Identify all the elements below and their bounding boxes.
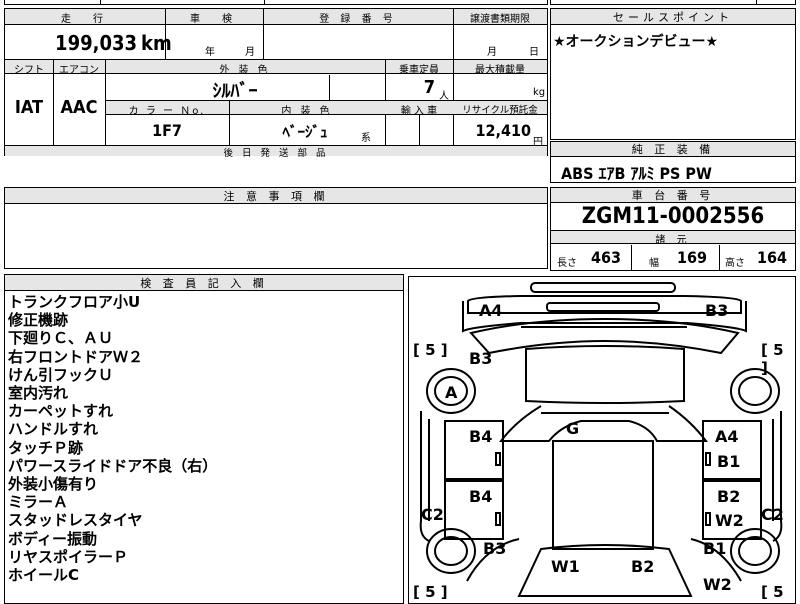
label-c2-right: C2: [761, 505, 784, 524]
length-label: 長さ: [557, 258, 577, 269]
notes-header: 注 意 事 項 欄: [5, 188, 547, 204]
top-strip-right: [550, 0, 796, 5]
sales-point-text: ★オークションデビュー★: [553, 34, 719, 50]
label-b4-left-lower: B4: [469, 487, 493, 506]
width-label: 幅: [649, 258, 659, 269]
int-color-value: ﾍﾞｰｼﾞｭ: [282, 123, 328, 141]
inspection-month-label: 月: [245, 47, 255, 58]
tread-front-right: [ 5 ]: [761, 341, 784, 377]
inspection-header: 車 検: [190, 14, 238, 25]
label-b2-bottom: B2: [631, 557, 655, 576]
specs-header: 諸 元: [655, 235, 691, 246]
mileage-value: 199,033: [55, 31, 137, 55]
label-b3-left-lower: B3: [483, 539, 507, 558]
chassis-number: ZGM11-0002556: [581, 204, 765, 229]
inspector-line: トランクフロア小U: [8, 293, 141, 311]
mileage-header: 走 行: [61, 14, 109, 25]
mileage-unit: km: [141, 31, 172, 55]
ext-color-header: 外 装 色: [219, 65, 271, 76]
registration-header: 登 録 番 号: [319, 14, 397, 25]
label-b3-left: B3: [469, 349, 493, 368]
inspector-line: ハンドルすれ: [8, 420, 99, 439]
transfer-deadline-header: 譲渡書類期限: [470, 14, 530, 25]
inspector-line: 室内汚れ: [8, 384, 69, 403]
inspector-line: タッチＰ跡: [8, 438, 84, 457]
damage-diagram: A4 B3 B3 A G B4 A4 B1 B4 B2 C2 W2 C2 B3 …: [408, 276, 796, 604]
equipment-text: ABS ｴｱB ｱﾙﾐ PS PW: [561, 164, 712, 183]
ac-value: AAC: [60, 97, 98, 118]
int-color-header: 内 装 色: [281, 106, 333, 117]
label-b3-top-right: B3: [705, 301, 729, 320]
inspector-line: ミラーＡ: [8, 493, 69, 512]
chassis-box: 車 台 番 号 ZGM11-0002556 諸 元 長さ 463 幅 169 高…: [550, 187, 796, 271]
tread-rear-left: [ 5 ]: [413, 583, 448, 601]
load-unit: kg: [533, 87, 546, 98]
height-value: 164: [757, 248, 788, 267]
inspector-lines: トランクフロア小U 修正機跡 下廻りＣ、ＡＵ 右フロントドアＷ２ けん引フックＵ…: [8, 293, 217, 584]
label-c2-left: C2: [421, 505, 444, 524]
tread-rear-right: [ 5 ]: [761, 583, 784, 603]
height-label: 高さ: [725, 258, 745, 269]
inspector-line: 修正機跡: [8, 311, 69, 330]
inspector-line: 下廻りＣ、ＡＵ: [8, 329, 114, 348]
top-strip: [4, 0, 548, 5]
recycle-value: 12,410: [475, 121, 531, 140]
transfer-day-label: 日: [529, 47, 539, 58]
inspector-line: ボディー振動: [8, 529, 97, 548]
int-color-suffix: 系: [361, 133, 371, 144]
inspector-line: けん引フックＵ: [8, 365, 114, 384]
shift-value: IAT: [14, 97, 44, 118]
vehicle-info-table: 走 行 車 検 登 録 番 号 譲渡書類期限 199,033 km 年 月 月 …: [4, 8, 548, 159]
later-parts-header: 後 日 発 送 部 品: [223, 148, 329, 159]
label-b1-right-upper: B1: [717, 452, 741, 471]
width-value: 169: [677, 248, 708, 267]
capacity-header: 乗車定員: [399, 65, 439, 76]
equipment-box: 純 正 装 備 ABS ｴｱB ｱﾙﾐ PS PW: [550, 141, 796, 183]
capacity-value: 7: [423, 77, 435, 98]
inspector-line: スタッドレスタイヤ: [8, 511, 143, 530]
tread-front-left: [ 5 ]: [413, 341, 448, 359]
color-no-header: カ ラ ー Ｎo.: [128, 106, 206, 117]
label-a4-right: A4: [715, 427, 739, 446]
label-g-center: G: [566, 419, 580, 438]
recycle-header: リサイクル預託金: [462, 105, 538, 116]
inspector-line: パワースライドドア不良（右）: [8, 456, 218, 475]
sales-point-header: セールスポイント: [551, 9, 795, 25]
chassis-header: 車 台 番 号: [551, 188, 795, 203]
equipment-header: 純 正 装 備: [551, 142, 795, 157]
transfer-month-label: 月: [487, 47, 497, 58]
label-b2-right: B2: [717, 487, 741, 506]
label-a-wheel: A: [445, 383, 458, 402]
inspector-line: リヤスポイラーＰ: [8, 547, 129, 566]
inspector-box: 検 査 員 記 入 欄 トランクフロア小U 修正機跡 下廻りＣ、ＡＵ 右フロント…: [4, 274, 404, 604]
label-w1-bottom: W1: [551, 557, 580, 576]
notes-box: 注 意 事 項 欄: [4, 187, 548, 269]
shift-header: シフト: [14, 65, 44, 76]
inspector-line: ホイールC: [8, 566, 80, 585]
label-w2-right-upper: W2: [715, 511, 744, 530]
color-no-value: 1F7: [152, 121, 182, 140]
label-b4-left-upper: B4: [469, 427, 493, 446]
sales-point-box: セールスポイント ★オークションデビュー★: [550, 8, 796, 140]
inspector-line: 右フロントドアＷ２: [8, 347, 144, 366]
inspector-line: カーペットすれ: [8, 402, 114, 421]
length-value: 463: [591, 248, 622, 267]
inspection-year-label: 年: [205, 47, 215, 58]
inspector-header: 検 査 員 記 入 欄: [5, 275, 403, 291]
ac-header: エアコン: [59, 65, 99, 76]
inspector-line: 外装小傷有り: [8, 475, 99, 494]
label-w2-right-lower: W2: [703, 575, 732, 594]
label-b1-right-lower: B1: [703, 539, 727, 558]
max-load-header: 最大積載量: [475, 65, 525, 76]
label-a4-top-left: A4: [479, 301, 503, 320]
